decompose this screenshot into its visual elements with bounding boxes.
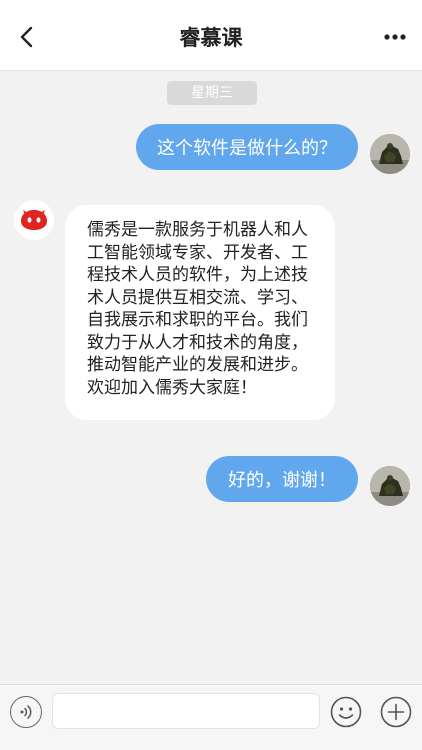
- plus-icon: [380, 696, 412, 728]
- outgoing-message-bubble[interactable]: 好的，谢谢！: [206, 456, 358, 502]
- day-separator: 星期三: [167, 81, 257, 105]
- voice-button[interactable]: [10, 696, 42, 728]
- emoji-button[interactable]: [330, 696, 362, 728]
- user-avatar[interactable]: [370, 466, 410, 506]
- bot-logo-icon: [21, 210, 47, 230]
- more-button[interactable]: [380, 24, 410, 50]
- page-title: 睿慕课: [179, 26, 243, 50]
- incoming-message-bubble[interactable]: 儒秀是一款服务于机器人和人工智能领域专家、开发者、工程技术人员的软件，为上述技术…: [65, 205, 335, 420]
- more-options-button[interactable]: [380, 696, 412, 728]
- emoji-icon: [330, 696, 362, 728]
- outgoing-message-bubble[interactable]: 这个软件是做什么的？: [136, 124, 358, 170]
- chat-screen: 睿慕课 星期三 这个软件是做什么的？ 儒秀是一款服务于机器人和人工智能领域专家、…: [0, 0, 422, 750]
- message-input-bar: [0, 684, 422, 750]
- message-input[interactable]: [52, 693, 320, 729]
- bot-avatar[interactable]: [14, 200, 54, 240]
- user-avatar[interactable]: [370, 134, 410, 174]
- voice-icon: [20, 705, 32, 719]
- user-avatar-image: [370, 466, 410, 506]
- top-bar: 睿慕课: [0, 0, 422, 71]
- user-avatar-image: [370, 134, 410, 174]
- more-horizontal-icon: [384, 34, 406, 40]
